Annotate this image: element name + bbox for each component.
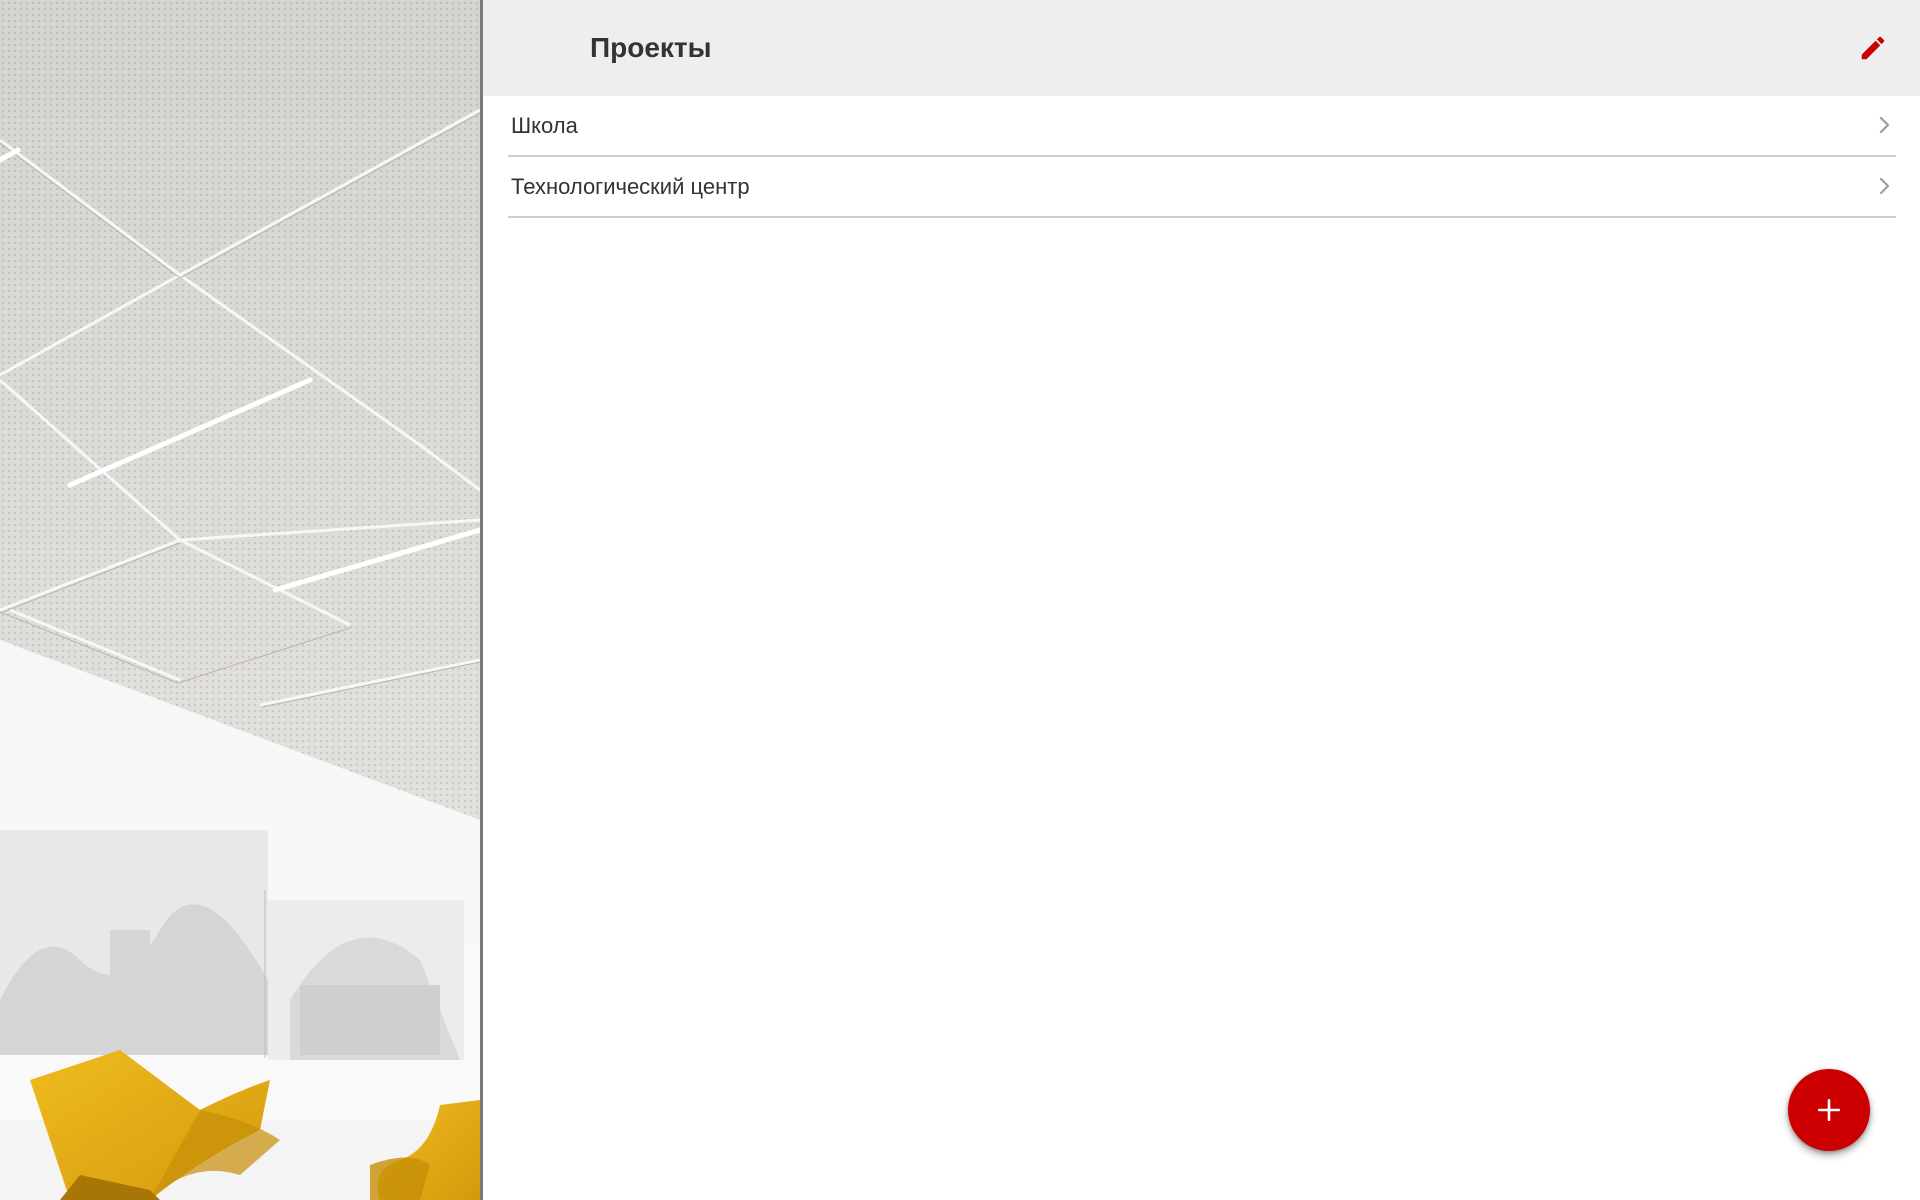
page-title: Проекты [590, 32, 712, 63]
pencil-icon [1861, 36, 1885, 60]
project-list: Школа Технологический центр [508, 96, 1896, 218]
edit-button[interactable] [1849, 24, 1897, 72]
add-project-button[interactable] [1788, 1069, 1870, 1151]
plus-icon [1817, 1098, 1841, 1122]
list-item-project-school[interactable]: Школа [508, 96, 1896, 157]
app-bar: Проекты [483, 0, 1920, 96]
chevron-right-icon [1879, 177, 1890, 195]
interior-photo [0, 0, 480, 1200]
app-window: Проекты Школа Технологический центр [0, 0, 1920, 1200]
main-content: Проекты Школа Технологический центр [483, 0, 1920, 1200]
list-item-project-tech-center[interactable]: Технологический центр [508, 157, 1896, 218]
chevron-right-icon [1879, 116, 1890, 134]
project-label: Школа [511, 113, 578, 138]
project-label: Технологический центр [511, 174, 750, 199]
